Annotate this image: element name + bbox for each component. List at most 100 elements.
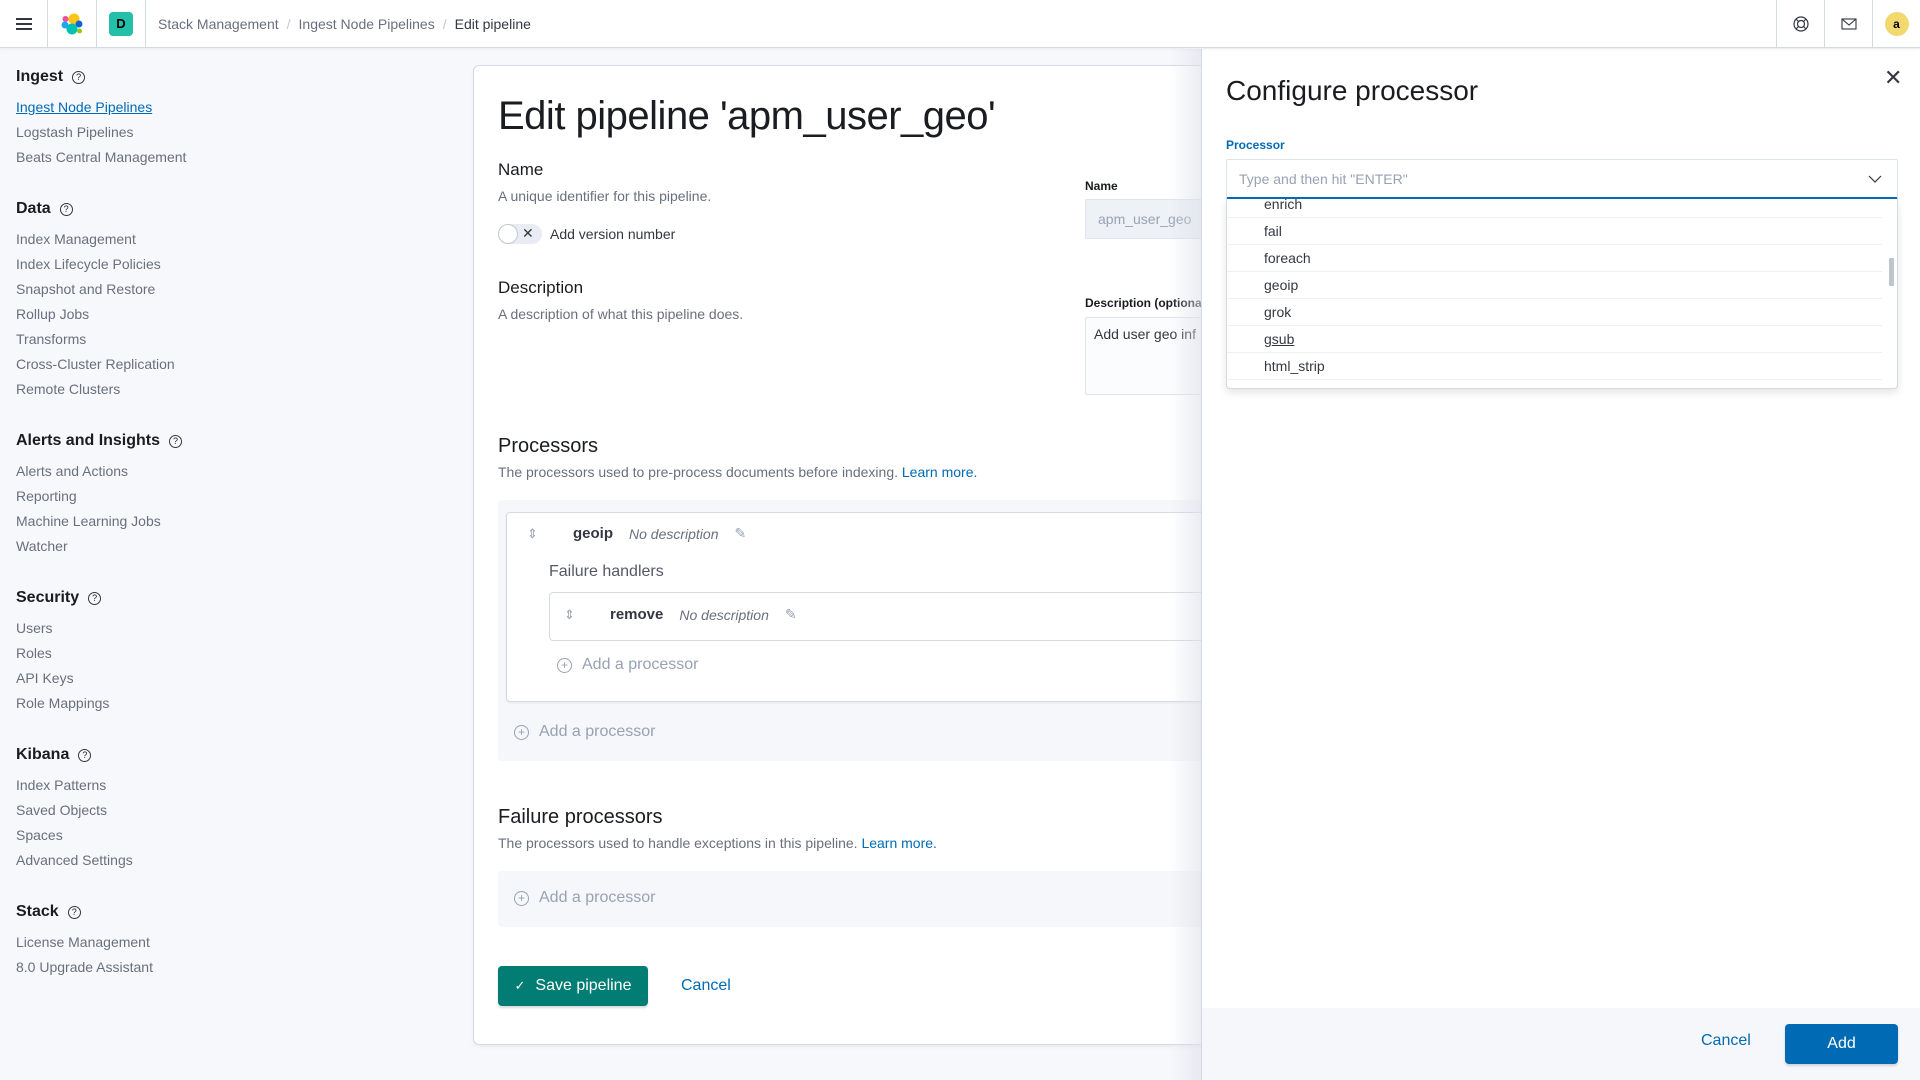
sidebar-item-saved-objects[interactable]: Saved Objects — [16, 798, 424, 823]
nav-group-kibana: Kibana? Index Patterns Saved Objects Spaces… — [16, 743, 424, 873]
flyout-cancel-button[interactable]: Cancel — [1701, 1032, 1751, 1050]
nav-group-title-text: Ingest — [16, 68, 64, 85]
top-header: D Stack Management / Ingest Node Pipelin… — [0, 0, 1920, 48]
nav-group-data: Data? Index Management Index Lifecycle Pol… — [16, 197, 424, 402]
add-failure-processor-button[interactable]: + Add a processor — [514, 889, 656, 907]
failure-processors-description-text: The processors used to handle exceptions… — [498, 835, 858, 851]
sidebar-item-alerts-and-actions[interactable]: Alerts and Actions — [16, 459, 424, 484]
sidebar-item-logstash-pipelines[interactable]: Logstash Pipelines — [16, 120, 424, 145]
processor-header: ⇕ geoip No description ✎ — [527, 525, 746, 542]
space-avatar: D — [109, 11, 133, 36]
sidebar-item-8-0-upgrade-assistant[interactable]: 8.0 Upgrade Assistant — [16, 955, 424, 980]
sidebar-item-users[interactable]: Users — [16, 616, 424, 641]
sidebar-item-license-management[interactable]: License Management — [16, 930, 424, 955]
name-section-title: Name — [498, 160, 544, 179]
question-circle-icon[interactable]: ? — [72, 70, 86, 84]
breadcrumb-stack-management[interactable]: Stack Management — [158, 16, 279, 32]
question-circle-icon[interactable]: ? — [88, 591, 102, 605]
sidebar-item-cross-cluster-replication[interactable]: Cross-Cluster Replication — [16, 352, 424, 377]
flyout-footer: Cancel Add — [1202, 1008, 1920, 1080]
management-sidebar: Ingest? Ingest Node Pipelines Logstash Pip… — [0, 49, 440, 1080]
sidebar-item-snapshot-and-restore[interactable]: Snapshot and Restore — [16, 277, 424, 302]
failure-processors-description: The processors used to handle exceptions… — [498, 835, 937, 851]
sidebar-item-beats-central-management[interactable]: Beats Central Management — [16, 145, 424, 170]
add-processor-button[interactable]: + Add a processor — [514, 723, 656, 741]
processor-option-foreach[interactable]: foreach — [1227, 245, 1882, 272]
breadcrumb-separator: / — [442, 15, 447, 32]
sidebar-item-roles[interactable]: Roles — [16, 641, 424, 666]
sidebar-item-transforms[interactable]: Transforms — [16, 327, 424, 352]
edit-description-icon[interactable]: ✎ — [735, 525, 747, 542]
processor-option-gsub[interactable]: gsub — [1227, 326, 1882, 353]
nav-group-title: Security? — [16, 586, 424, 610]
sidebar-item-watcher[interactable]: Watcher — [16, 534, 424, 559]
add-processor-label: Add a processor — [539, 889, 656, 906]
processors-learn-more-link[interactable]: Learn more. — [902, 464, 977, 480]
options-scrollbar[interactable] — [1889, 258, 1894, 286]
close-icon: ✕ — [522, 225, 534, 241]
processor-option-html-strip[interactable]: html_strip — [1227, 353, 1882, 380]
nav-group-title: Kibana? — [16, 743, 424, 767]
sidebar-item-spaces[interactable]: Spaces — [16, 823, 424, 848]
check-icon: ✓ — [514, 978, 526, 993]
sidebar-item-advanced-settings[interactable]: Advanced Settings — [16, 848, 424, 873]
home-logo-link[interactable] — [48, 0, 97, 48]
newsfeed-button[interactable] — [1824, 0, 1872, 48]
processor-name[interactable]: remove — [610, 606, 663, 623]
nav-group-title-text: Data — [16, 200, 51, 217]
sidebar-item-remote-clusters[interactable]: Remote Clusters — [16, 377, 424, 402]
drag-handle-icon[interactable]: ⇕ — [564, 607, 584, 623]
user-avatar: a — [1884, 11, 1909, 36]
name-section-description: A unique identifier for this pipeline. — [498, 188, 712, 204]
processor-option-enrich[interactable]: enrich — [1227, 199, 1882, 218]
failure-processors-learn-more-link[interactable]: Learn more. — [861, 835, 936, 851]
nav-group-stack: Stack? License Management 8.0 Upgrade Assi… — [16, 900, 424, 980]
processor-name[interactable]: geoip — [573, 525, 613, 542]
question-circle-icon[interactable]: ? — [59, 202, 73, 216]
configure-processor-flyout: Configure processor ✕ Processor enrichfa… — [1201, 49, 1920, 1080]
nav-group-security: Security? Users Roles API Keys Role Mappings — [16, 586, 424, 716]
save-pipeline-button[interactable]: ✓ Save pipeline — [498, 966, 648, 1006]
description-section-title: Description — [498, 278, 584, 297]
sidebar-item-reporting[interactable]: Reporting — [16, 484, 424, 509]
breadcrumb-ingest-node-pipelines[interactable]: Ingest Node Pipelines — [299, 16, 435, 32]
sidebar-item-api-keys[interactable]: API Keys — [16, 666, 424, 691]
question-circle-icon[interactable]: ? — [169, 434, 183, 448]
drag-handle-icon[interactable]: ⇕ — [527, 526, 547, 542]
processor-option-fail[interactable]: fail — [1227, 218, 1882, 245]
failure-processors-title: Failure processors — [498, 806, 663, 828]
description-section-description: A description of what this pipeline does… — [498, 306, 744, 322]
sidebar-item-index-management[interactable]: Index Management — [16, 227, 424, 252]
processor-combobox[interactable] — [1226, 159, 1898, 199]
chevron-down-icon[interactable] — [1867, 171, 1883, 187]
question-circle-icon[interactable]: ? — [67, 905, 81, 919]
sidebar-item-index-patterns[interactable]: Index Patterns — [16, 773, 424, 798]
version-number-switch[interactable]: ✕ — [498, 224, 542, 244]
processor-search-input[interactable] — [1239, 160, 1839, 198]
sidebar-item-ingest-node-pipelines[interactable]: Ingest Node Pipelines — [16, 95, 424, 120]
add-processor-label: Add a processor — [582, 656, 699, 673]
space-selector[interactable]: D — [97, 0, 146, 48]
processor-option-grok[interactable]: grok — [1227, 299, 1882, 326]
help-menu-button[interactable] — [1776, 0, 1824, 48]
cancel-link[interactable]: Cancel — [681, 977, 731, 995]
sidebar-item-rollup-jobs[interactable]: Rollup Jobs — [16, 302, 424, 327]
breadcrumb-edit-pipeline: Edit pipeline — [454, 15, 531, 32]
user-menu-button[interactable]: a — [1872, 0, 1920, 48]
processor-header: ⇕ remove No description ✎ — [564, 606, 797, 623]
elastic-logo-icon — [61, 13, 83, 34]
flyout-add-button[interactable]: Add — [1785, 1024, 1898, 1064]
add-processor-label: Add a processor — [539, 723, 656, 740]
question-circle-icon[interactable]: ? — [78, 748, 92, 762]
plus-circle-icon: + — [514, 890, 529, 906]
edit-description-icon[interactable]: ✎ — [785, 606, 797, 623]
add-failure-handler-button[interactable]: + Add a processor — [557, 656, 699, 674]
sidebar-item-machine-learning-jobs[interactable]: Machine Learning Jobs — [16, 509, 424, 534]
menu-button[interactable] — [0, 0, 48, 48]
close-flyout-button[interactable]: ✕ — [1884, 67, 1902, 89]
close-icon: ✕ — [1884, 65, 1903, 90]
flyout-overlay-shadow — [1170, 49, 1201, 1080]
sidebar-item-index-lifecycle-policies[interactable]: Index Lifecycle Policies — [16, 252, 424, 277]
processor-option-geoip[interactable]: geoip — [1227, 272, 1882, 299]
sidebar-item-role-mappings[interactable]: Role Mappings — [16, 691, 424, 716]
